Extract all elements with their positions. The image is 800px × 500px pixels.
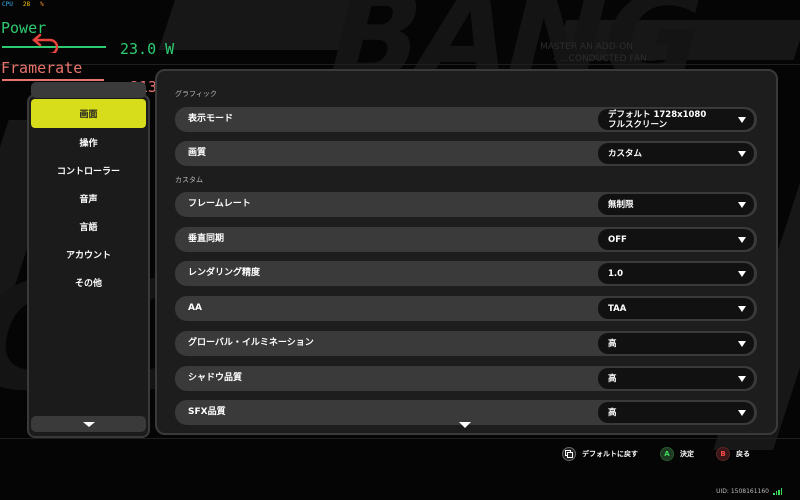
sidebar-item-controller[interactable]: コントローラー — [31, 158, 146, 182]
setting-label: 表示モード — [188, 114, 234, 124]
setting-row-aa[interactable]: AA TAA — [175, 296, 757, 321]
a-button-icon: A — [660, 447, 674, 461]
b-button-icon: B — [716, 447, 730, 461]
sfx-quality-dropdown[interactable]: 高 — [598, 402, 754, 423]
dropdown-value: 高 — [608, 373, 617, 384]
sidebar-item-other[interactable]: その他 — [31, 270, 146, 294]
sidebar-item-account[interactable]: アカウント — [31, 242, 146, 266]
dropdown-value: 1.0 — [608, 268, 624, 279]
setting-row-shadow-quality[interactable]: シャドウ品質 高 — [175, 366, 757, 391]
section-heading-graphics: グラフィック — [175, 90, 217, 98]
dropdown-value: 高 — [608, 338, 617, 349]
hint-confirm[interactable]: A 決定 — [660, 447, 694, 461]
signal-icon — [772, 488, 782, 495]
uid-display: UID: 1508161160 — [716, 488, 782, 495]
dropdown-arrow-icon — [738, 237, 746, 243]
setting-label: SFX品質 — [188, 407, 226, 417]
hint-label: デフォルトに戻す — [582, 450, 638, 458]
setting-label: シャドウ品質 — [188, 373, 243, 383]
sidebar-item-controls[interactable]: 操作 — [31, 130, 146, 154]
dropdown-arrow-icon — [738, 341, 746, 347]
global-illumination-dropdown[interactable]: 高 — [598, 333, 754, 354]
framerate-dropdown[interactable]: 無制限 — [598, 194, 754, 215]
bg-line — [0, 438, 800, 439]
back-arrow-icon — [32, 33, 59, 53]
setting-label: 画質 — [188, 148, 207, 158]
dropdown-arrow-icon — [738, 271, 746, 277]
shadow-quality-dropdown[interactable]: 高 — [598, 368, 754, 389]
dropdown-arrow-icon — [738, 151, 746, 157]
setting-row-framerate[interactable]: フレームレート 無制限 — [175, 192, 757, 217]
dropdown-arrow-icon — [738, 306, 746, 312]
sidebar-item-screen[interactable]: 画面 — [31, 99, 146, 128]
setting-label: AA — [188, 303, 202, 313]
dropdown-arrow-icon — [738, 117, 746, 123]
perf-mini-value: 28 — [22, 1, 31, 8]
quality-dropdown[interactable]: カスタム — [598, 143, 754, 164]
setting-label: 垂直同期 — [188, 234, 225, 244]
dropdown-value: カスタム — [608, 148, 643, 159]
dropdown-value: 高 — [608, 407, 617, 418]
setting-row-vsync[interactable]: 垂直同期 OFF — [175, 227, 757, 252]
scroll-more-icon[interactable] — [459, 422, 471, 428]
bg-small-text: MASTER AN ADD-ON — [540, 42, 634, 52]
dropdown-arrow-icon — [738, 410, 746, 416]
setting-label: レンダリング精度 — [188, 268, 261, 278]
settings-panel: グラフィック 表示モード デフォルト 1728x1080 フルスクリーン 画質 … — [155, 69, 778, 435]
perf-mini-unit: % — [40, 1, 44, 8]
copy-icon — [562, 447, 576, 461]
render-scale-dropdown[interactable]: 1.0 — [598, 263, 754, 284]
hint-label: 決定 — [680, 450, 694, 458]
display-mode-dropdown[interactable]: デフォルト 1728x1080 フルスクリーン — [598, 109, 754, 130]
perf-mini-stats: CPU 28% — [2, 1, 44, 8]
bg-small-text: ...CONDUCTED FAN... — [560, 54, 656, 64]
sidebar-item-audio[interactable]: 音声 — [31, 186, 146, 210]
hint-label: 戻る — [736, 450, 750, 458]
dropdown-value: TAA — [608, 303, 627, 314]
hint-back[interactable]: B 戻る — [716, 447, 750, 461]
framerate-label: Framerate — [1, 59, 83, 77]
setting-label: フレームレート — [188, 199, 251, 209]
sidebar-scroll-down[interactable] — [31, 416, 146, 432]
dropdown-value: デフォルト 1728x1080 フルスクリーン — [608, 109, 707, 130]
dropdown-arrow-icon — [738, 376, 746, 382]
bg-line — [0, 64, 800, 65]
chevron-down-icon — [82, 422, 95, 427]
setting-row-quality[interactable]: 画質 カスタム — [175, 141, 757, 166]
sidebar-item-language[interactable]: 言語 — [31, 214, 146, 238]
section-heading-custom: カスタム — [175, 176, 203, 184]
setting-row-display-mode[interactable]: 表示モード デフォルト 1728x1080 フルスクリーン — [175, 107, 757, 132]
dropdown-value: 無制限 — [608, 199, 634, 210]
dropdown-arrow-icon — [738, 202, 746, 208]
hint-reset-default[interactable]: デフォルトに戻す — [562, 447, 638, 461]
framerate-bar — [2, 79, 104, 81]
uid-text: UID: 1508161160 — [716, 488, 769, 495]
perf-mini-label: CPU — [2, 1, 13, 8]
settings-sidebar: 画面 操作 コントローラー 音声 言語 アカウント その他 — [27, 82, 150, 438]
power-value: 23.0 W — [120, 40, 175, 58]
setting-row-global-illumination[interactable]: グローバル・イルミネーション 高 — [175, 331, 757, 356]
setting-row-render-scale[interactable]: レンダリング精度 1.0 — [175, 261, 757, 286]
vsync-dropdown[interactable]: OFF — [598, 229, 754, 250]
sidebar-scroll-up[interactable] — [31, 82, 146, 98]
aa-dropdown[interactable]: TAA — [598, 298, 754, 319]
setting-label: グローバル・イルミネーション — [188, 338, 314, 348]
dropdown-value: OFF — [608, 234, 627, 245]
